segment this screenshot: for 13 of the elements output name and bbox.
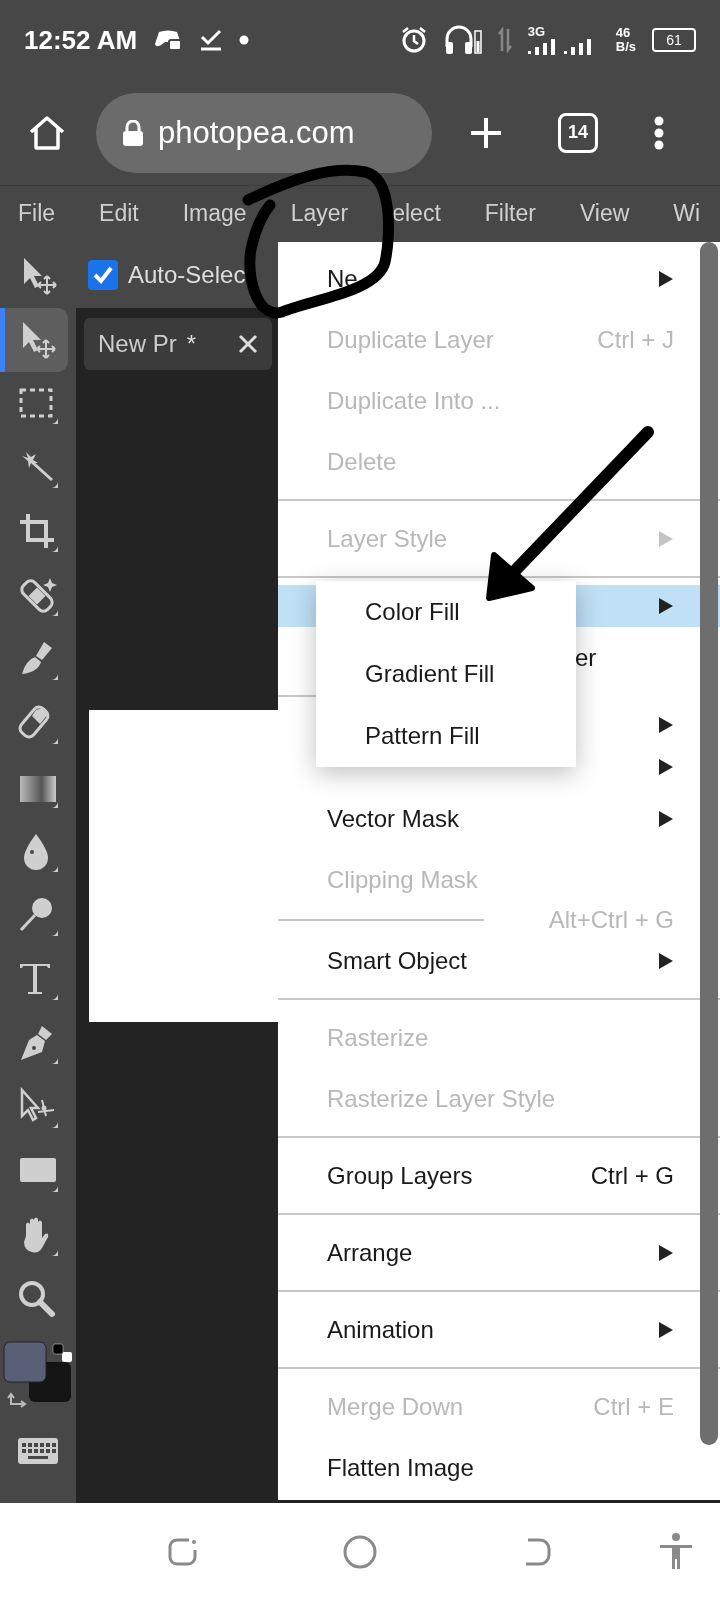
url-text: photopea.com	[158, 114, 355, 151]
network-speed: 46	[615, 26, 631, 40]
shortcut-label: Alt+Ctrl + G	[548, 906, 674, 934]
tab-title: New Pr	[98, 330, 177, 358]
speed-unit: B/s	[615, 40, 636, 54]
network-type: 3G	[527, 25, 546, 39]
battery-level: 61	[652, 28, 696, 52]
status-time: 12:52 AM	[24, 24, 138, 56]
checkbox-label: Auto-Selec	[128, 260, 246, 289]
shortcut-label: Ctrl + G	[590, 1161, 674, 1190]
shortcut-label: Ctrl + J	[597, 325, 674, 354]
shortcut-label: Ctrl + E	[593, 1392, 674, 1421]
modified-mark: *	[186, 330, 197, 358]
